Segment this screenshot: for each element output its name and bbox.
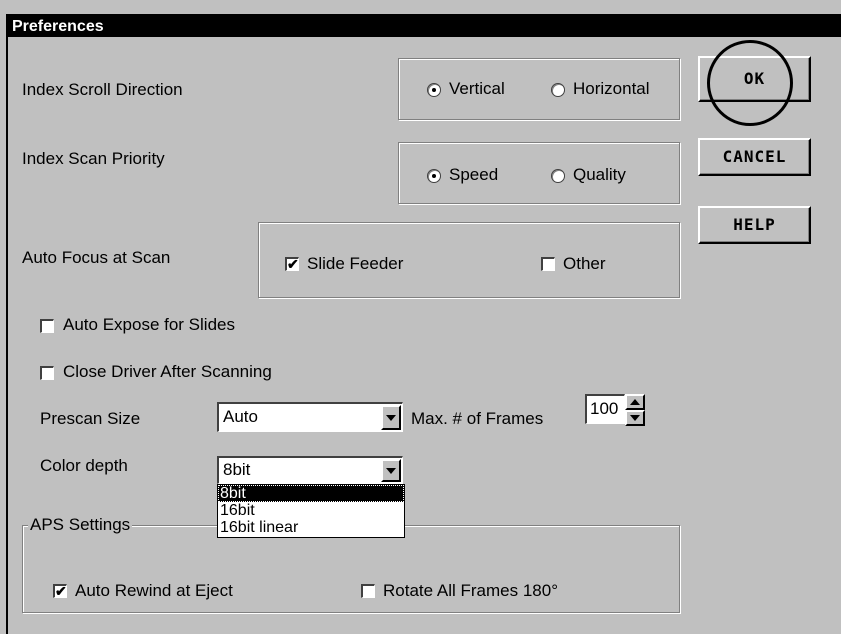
frames-decrement-button[interactable] [625, 410, 645, 426]
auto-expose-label[interactable]: Auto Expose for Slides [63, 315, 235, 335]
max-frames-label: Max. # of Frames [411, 409, 544, 428]
arrow-up-icon [630, 399, 640, 405]
rotate-frames-label[interactable]: Rotate All Frames 180° [383, 581, 558, 601]
auto-expose-checkbox[interactable] [40, 319, 54, 333]
frames-increment-button[interactable] [625, 394, 645, 410]
aps-settings-group: ✔ Auto Rewind at Eject Rotate All Frames… [22, 525, 680, 613]
close-driver-checkbox[interactable] [40, 366, 54, 380]
color-depth-option-16bit[interactable]: 16bit [218, 502, 404, 519]
radio-horizontal-label[interactable]: Horizontal [573, 79, 650, 99]
prescan-size-label: Prescan Size [40, 409, 141, 428]
color-depth-options-list: 8bit 16bit 16bit linear [217, 484, 405, 538]
color-depth-option-16bit-linear[interactable]: 16bit linear [218, 519, 404, 536]
prescan-size-select[interactable]: Auto [217, 402, 403, 432]
scan-priority-label: Index Scan Priority [22, 149, 165, 168]
color-depth-option-8bit[interactable]: 8bit [218, 485, 404, 502]
scan-priority-group: Speed Quality [398, 142, 680, 204]
color-depth-select[interactable]: 8bit [217, 456, 403, 484]
highlight-circle [707, 40, 793, 126]
auto-focus-label: Auto Focus at Scan [22, 248, 171, 267]
cancel-button[interactable]: CANCEL [698, 138, 811, 176]
slide-feeder-label[interactable]: Slide Feeder [307, 254, 403, 274]
scroll-direction-group: Vertical Horizontal [398, 58, 680, 120]
auto-rewind-checkbox[interactable]: ✔ [53, 584, 67, 598]
radio-quality[interactable] [551, 169, 565, 183]
radio-speed-label[interactable]: Speed [449, 165, 498, 185]
color-depth-dropdown-button[interactable] [381, 459, 401, 482]
aps-settings-label: APS Settings [28, 515, 133, 535]
arrow-down-icon [630, 415, 640, 421]
rotate-frames-checkbox[interactable] [361, 584, 375, 598]
auto-rewind-label[interactable]: Auto Rewind at Eject [75, 581, 233, 601]
radio-speed[interactable] [427, 169, 441, 183]
window-title: Preferences [8, 16, 841, 37]
prescan-size-value: Auto [223, 407, 258, 426]
help-button[interactable]: HELP [698, 206, 811, 244]
chevron-down-icon [386, 468, 396, 474]
color-depth-label: Color depth [40, 456, 128, 475]
prescan-dropdown-button[interactable] [381, 405, 401, 430]
other-label[interactable]: Other [563, 254, 606, 274]
auto-focus-group: ✔ Slide Feeder Other [258, 222, 680, 298]
chevron-down-icon [386, 415, 396, 421]
radio-quality-label[interactable]: Quality [573, 165, 626, 185]
close-driver-label[interactable]: Close Driver After Scanning [63, 362, 272, 382]
radio-vertical-label[interactable]: Vertical [449, 79, 505, 99]
slide-feeder-checkbox[interactable]: ✔ [285, 257, 299, 271]
color-depth-value: 8bit [223, 460, 251, 479]
other-checkbox[interactable] [541, 257, 555, 271]
radio-vertical[interactable] [427, 83, 441, 97]
scroll-direction-label: Index Scroll Direction [22, 80, 183, 99]
radio-horizontal[interactable] [551, 83, 565, 97]
preferences-window: Preferences Index Scroll Direction Verti… [6, 14, 841, 634]
max-frames-input[interactable]: 100 [585, 394, 625, 424]
